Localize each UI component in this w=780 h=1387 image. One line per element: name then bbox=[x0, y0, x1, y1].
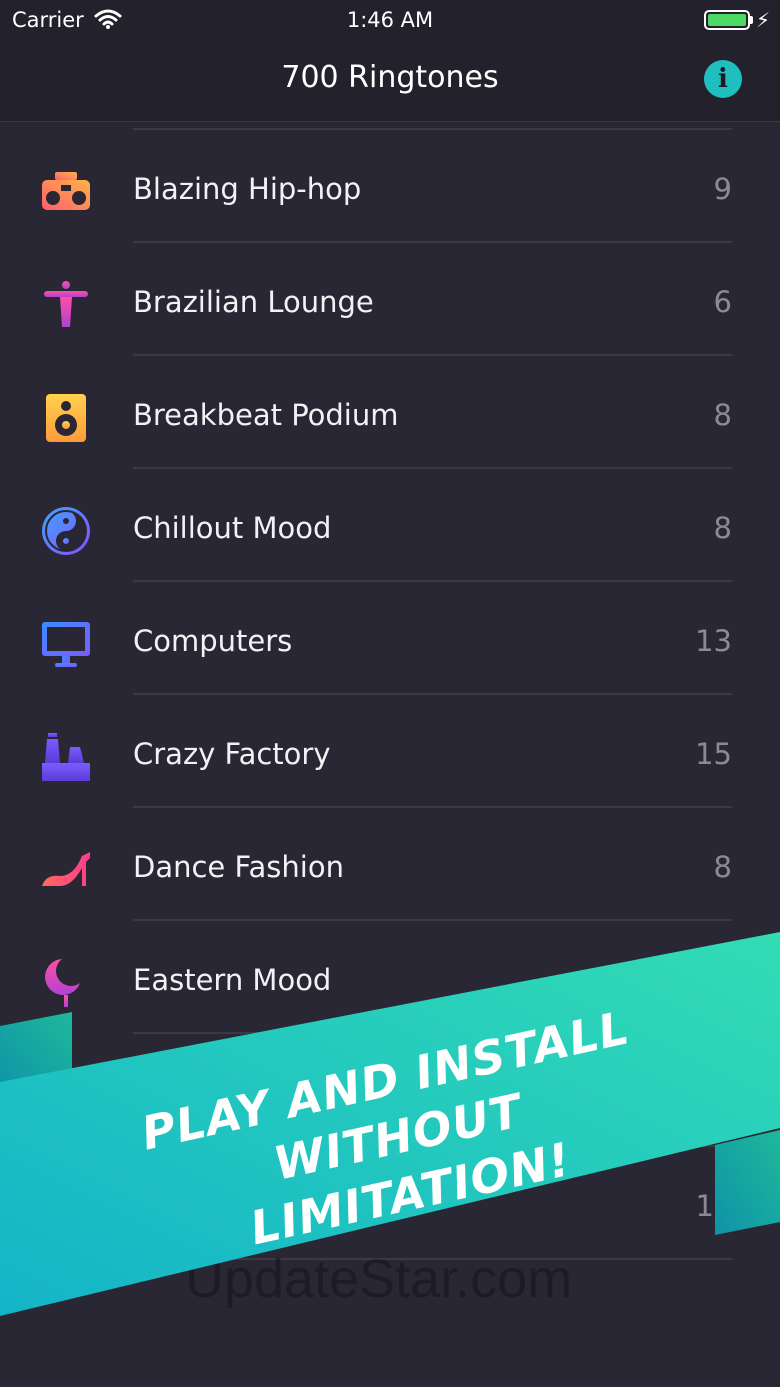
crescent-icon bbox=[45, 959, 80, 1007]
yin-yang-icon bbox=[42, 507, 90, 555]
navigation-bar: 700 Ringtones i bbox=[0, 40, 780, 122]
list-item-label: Eastern Mood bbox=[133, 963, 332, 997]
list-item-label: Chillout Mood bbox=[133, 511, 332, 545]
status-bar: Carrier 1:46 AM ⚡ bbox=[0, 0, 780, 40]
list-item-label: Breakbeat Podium bbox=[133, 398, 399, 432]
list-item[interactable]: Crazy Factory 15 bbox=[0, 695, 780, 808]
list-item-count: 6 bbox=[713, 285, 732, 319]
list-item-label: Brazilian Lounge bbox=[133, 285, 374, 319]
battery-tip bbox=[750, 16, 753, 24]
list-item[interactable]: Brazilian Lounge 6 bbox=[0, 243, 780, 356]
speaker-icon bbox=[46, 394, 86, 442]
list-item[interactable]: Dance Fashion 8 bbox=[0, 808, 780, 921]
battery-icon bbox=[704, 10, 750, 30]
list-item[interactable]: Breakbeat Podium 8 bbox=[0, 356, 780, 469]
list-item-label: Dance Fashion bbox=[133, 850, 344, 884]
list-item-count: 8 bbox=[713, 850, 732, 884]
info-icon[interactable]: i bbox=[704, 60, 742, 98]
bolt-icon: ⚡ bbox=[755, 8, 770, 32]
list-item-count: 13 bbox=[695, 624, 732, 658]
list-item-count: 15 bbox=[695, 737, 732, 771]
list-item[interactable]: Blazing Hip-hop 9 bbox=[0, 130, 780, 243]
list-item-count: 9 bbox=[713, 172, 732, 206]
clock: 1:46 AM bbox=[346, 8, 434, 32]
watermark: UpdateStar.com bbox=[185, 1249, 573, 1309]
boombox-icon bbox=[42, 172, 90, 210]
list-item[interactable] bbox=[0, 1034, 780, 1147]
list-item-label: Computers bbox=[133, 624, 293, 658]
list-item-count: 1 bbox=[695, 1189, 714, 1223]
christ-statue-icon bbox=[44, 281, 88, 327]
list-item-count: 8 bbox=[713, 398, 732, 432]
list-item-label: Crazy Factory bbox=[133, 737, 331, 771]
list-item[interactable]: Chillout Mood 8 bbox=[0, 469, 780, 582]
list-item[interactable]: 1 bbox=[0, 1147, 780, 1260]
list-item-count: 8 bbox=[713, 511, 732, 545]
list-item-label: Blazing Hip-hop bbox=[133, 172, 362, 206]
page-title: 700 Ringtones bbox=[281, 60, 499, 95]
list-item[interactable]: Eastern Mood bbox=[0, 921, 780, 1034]
list-item[interactable]: Computers 13 bbox=[0, 582, 780, 695]
factory-icon bbox=[42, 733, 90, 781]
monitor-icon bbox=[42, 622, 90, 667]
high-heel-icon bbox=[42, 852, 90, 886]
